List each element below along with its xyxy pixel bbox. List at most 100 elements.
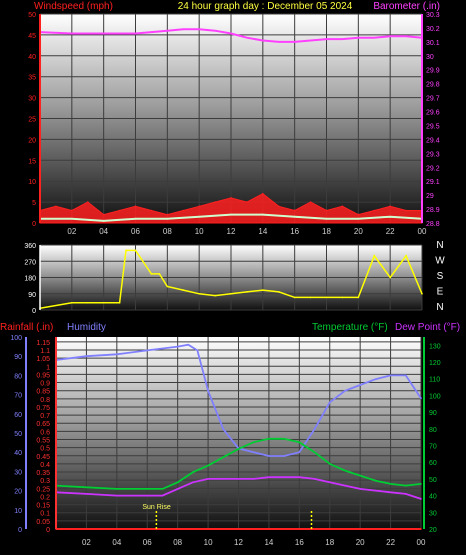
temperature-point bbox=[116, 488, 118, 490]
wind-point bbox=[198, 205, 200, 208]
rainfall-tick-label: 0.65 bbox=[36, 421, 50, 428]
wind-point bbox=[230, 197, 232, 199]
humidity-point bbox=[187, 343, 190, 346]
temperature-point bbox=[344, 469, 346, 472]
humidity-point bbox=[283, 455, 285, 457]
dewpoint-point bbox=[207, 478, 209, 480]
wind_avg-point bbox=[357, 218, 360, 220]
rainfall-tick-label: 1.1 bbox=[40, 348, 50, 355]
hour-tick-label: 14 bbox=[264, 538, 273, 547]
barometer-point bbox=[71, 32, 73, 35]
rainfall-tick-label: 0.05 bbox=[36, 519, 50, 526]
humidity-point bbox=[116, 353, 118, 356]
barometer-tick-label: 29.4 bbox=[426, 137, 440, 144]
temperature-tick-label: 130 bbox=[429, 343, 441, 350]
windspeed-tick-label: 40 bbox=[28, 54, 36, 61]
humidity-tick-label: 70 bbox=[14, 393, 22, 400]
temperature-point bbox=[268, 438, 270, 440]
dewpoint-point bbox=[176, 488, 179, 490]
humidity-point bbox=[146, 349, 149, 352]
humidity-point bbox=[344, 390, 346, 392]
sunrise-label: Sun Rise bbox=[142, 504, 171, 511]
dewpoint-point bbox=[237, 478, 240, 480]
barometer-point bbox=[246, 36, 248, 39]
direction-tick-label: 0 bbox=[32, 308, 36, 315]
temperature-tick-label: 100 bbox=[429, 393, 441, 400]
wind-point bbox=[341, 205, 344, 208]
windspeed-tick-label: 50 bbox=[28, 12, 36, 19]
rainfall-tick-label: 1.05 bbox=[36, 356, 50, 363]
temperature-point bbox=[313, 451, 316, 454]
barometer-tick-label: 29.1 bbox=[426, 179, 440, 186]
direction-point bbox=[150, 273, 153, 275]
wind-point bbox=[293, 209, 296, 212]
barometer-point bbox=[166, 29, 169, 32]
rainfall-tick-label: 0.45 bbox=[36, 454, 50, 461]
humidity-point bbox=[222, 428, 225, 431]
barometer-point bbox=[325, 38, 328, 40]
windspeed-tick-label: 0 bbox=[32, 221, 36, 228]
temperature-point bbox=[192, 471, 194, 474]
barometer-tick-label: 30.3 bbox=[426, 12, 440, 19]
hour-tick-label: 04 bbox=[99, 227, 108, 236]
dewpoint-point bbox=[420, 498, 422, 500]
wind-point bbox=[150, 209, 153, 212]
compass-label: E bbox=[437, 287, 444, 298]
dewpoint-point bbox=[268, 476, 270, 479]
direction-point bbox=[373, 255, 376, 257]
temperature-point bbox=[420, 483, 422, 485]
wind-point bbox=[405, 209, 407, 212]
dewpoint-point bbox=[146, 494, 149, 497]
hour-tick-label: 22 bbox=[386, 538, 395, 547]
windspeed-tick-label: 35 bbox=[28, 75, 36, 82]
windspeed-tick-label: 25 bbox=[28, 117, 36, 124]
temperature-point bbox=[207, 464, 209, 467]
direction-tick-label: 180 bbox=[24, 276, 36, 283]
humidity-point bbox=[196, 349, 199, 352]
hour-tick-label: 16 bbox=[295, 538, 304, 547]
temperature-point bbox=[283, 438, 285, 440]
rainfall-tick-label: 0.8 bbox=[40, 397, 50, 404]
humidity-point bbox=[374, 378, 377, 381]
temperature-tick-label: 60 bbox=[429, 460, 437, 467]
hour-tick-label: 10 bbox=[195, 227, 204, 236]
wind-point bbox=[309, 201, 312, 203]
wind_avg-point bbox=[293, 215, 296, 218]
dewpoint-point bbox=[222, 478, 225, 480]
wind-point bbox=[278, 205, 280, 208]
wind-point bbox=[134, 205, 137, 208]
barometer-point bbox=[214, 29, 216, 32]
temperature-point bbox=[237, 448, 240, 450]
temperature-tick-label: 80 bbox=[429, 427, 437, 434]
barometer-axis-label: Barometer (.in) bbox=[373, 1, 440, 12]
wind-point bbox=[166, 213, 169, 216]
direction-point bbox=[309, 296, 312, 299]
dewpoint-point bbox=[344, 484, 346, 487]
dewpoint-point bbox=[374, 489, 377, 492]
rainfall-tick-label: 0.5 bbox=[40, 446, 50, 453]
hour-tick-label: 12 bbox=[227, 227, 236, 236]
hour-tick-label: 10 bbox=[204, 538, 213, 547]
chart-title: 24 hour graph day : December 05 2024 bbox=[178, 1, 353, 12]
humidity-point bbox=[298, 451, 301, 454]
wind-point bbox=[389, 205, 392, 208]
hour-tick-label: 06 bbox=[131, 227, 140, 236]
humidity-point bbox=[420, 397, 422, 400]
hour-tick-label: 00 bbox=[418, 227, 427, 236]
temperature-tick-label: 90 bbox=[429, 410, 437, 417]
wind-point bbox=[246, 201, 248, 203]
barometer-tick-label: 30.1 bbox=[426, 40, 440, 47]
wind-point bbox=[357, 213, 360, 216]
humidity-tick-label: 20 bbox=[14, 489, 22, 496]
barometer-point bbox=[198, 28, 200, 31]
dewpoint-point bbox=[252, 478, 255, 480]
barometer-point bbox=[293, 41, 296, 43]
humidity-point bbox=[405, 374, 407, 377]
hour-tick-label: 22 bbox=[386, 227, 395, 236]
direction-point bbox=[118, 302, 121, 304]
direction-point bbox=[182, 289, 185, 291]
windspeed-tick-label: 45 bbox=[28, 33, 36, 40]
direction-point bbox=[357, 296, 360, 299]
temperature-tick-label: 110 bbox=[429, 377, 440, 384]
barometer-tick-label: 29.7 bbox=[426, 96, 440, 103]
